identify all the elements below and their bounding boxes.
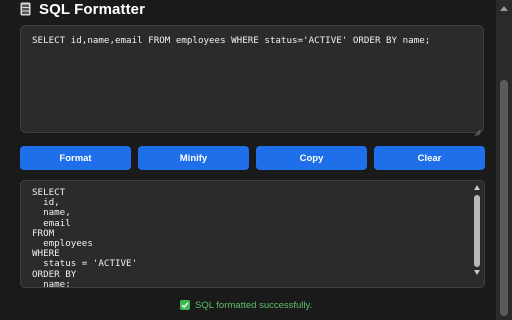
check-icon <box>180 300 190 310</box>
format-button[interactable]: Format <box>20 146 131 170</box>
action-buttons: Format Minify Copy Clear <box>20 146 486 170</box>
app-title: SQL Formatter <box>39 0 146 18</box>
page-scrollbar-thumb[interactable] <box>500 80 508 316</box>
status-message: SQL formatted successfully. <box>180 299 312 311</box>
clear-button[interactable]: Clear <box>374 146 485 170</box>
minify-button[interactable]: Minify <box>138 146 249 170</box>
resize-grip-icon[interactable] <box>474 123 481 136</box>
copy-button[interactable]: Copy <box>256 146 367 170</box>
output-scrollbar-thumb[interactable] <box>474 195 480 267</box>
page-scrollbar[interactable] <box>496 0 512 320</box>
scroll-down-icon[interactable] <box>474 270 480 275</box>
app-header: SQL Formatter <box>20 0 145 18</box>
sql-input[interactable]: SELECT id,name,email FROM employees WHER… <box>20 25 484 136</box>
scroll-up-icon[interactable] <box>474 185 480 190</box>
database-icon <box>20 2 31 16</box>
page-scroll-up-icon[interactable] <box>500 6 508 11</box>
sql-input-text[interactable]: SELECT id,name,email FROM employees WHER… <box>32 35 430 46</box>
status-text: SQL formatted successfully. <box>195 299 313 311</box>
sql-output-text[interactable]: SELECT id, name, email FROM employees WH… <box>32 187 137 287</box>
output-scrollbar[interactable] <box>473 183 482 285</box>
sql-output[interactable]: SELECT id, name, email FROM employees WH… <box>20 180 485 288</box>
